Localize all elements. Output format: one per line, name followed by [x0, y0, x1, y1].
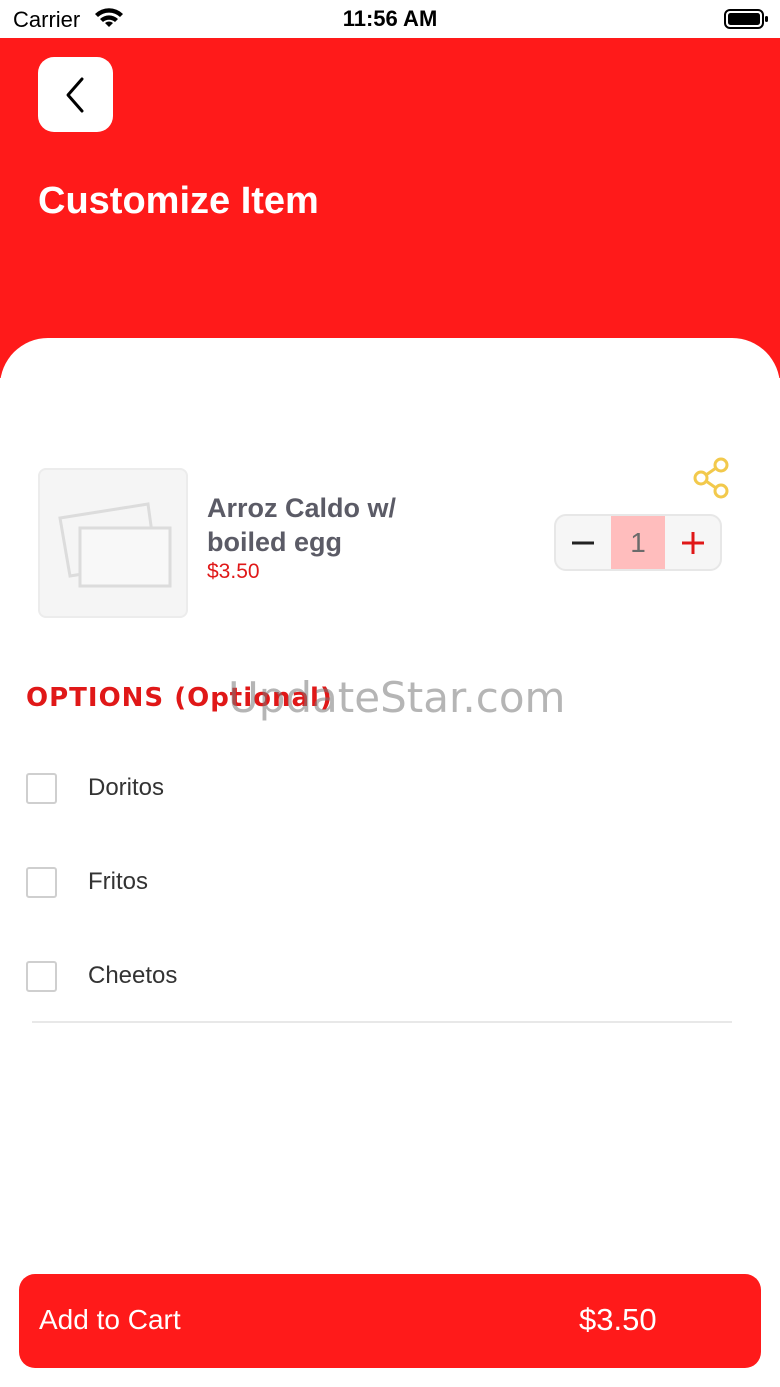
- option-label: Cheetos: [88, 962, 178, 989]
- battery-icon: [724, 9, 768, 29]
- option-doritos[interactable]: Doritos: [26, 768, 726, 808]
- watermark: UpdateStar.com: [228, 673, 566, 722]
- image-placeholder-icon: [58, 502, 172, 588]
- minus-icon: [572, 541, 595, 544]
- option-label: Fritos: [88, 868, 148, 895]
- divider: [32, 1021, 732, 1023]
- add-to-cart-button[interactable]: Add to Cart $3.50: [19, 1274, 761, 1368]
- decrement-button[interactable]: [556, 516, 611, 569]
- option-label: Doritos: [88, 774, 165, 801]
- share-icon[interactable]: [690, 456, 734, 500]
- page-title: Customize Item: [38, 180, 319, 222]
- header: Customize Item: [0, 38, 780, 378]
- status-time: 11:56 AM: [342, 6, 438, 31]
- checkbox[interactable]: [26, 772, 57, 804]
- option-fritos[interactable]: Fritos: [26, 862, 726, 902]
- cart-total-price: $3.50: [579, 1302, 657, 1337]
- chevron-left-icon: [66, 77, 83, 112]
- content-card: Arroz Caldo w/ boiled egg $3.50 1 OPTION…: [0, 338, 780, 1387]
- checkbox[interactable]: [26, 866, 57, 898]
- item-price: $3.50: [207, 560, 260, 583]
- increment-button[interactable]: [665, 516, 720, 569]
- option-cheetos[interactable]: Cheetos: [26, 956, 726, 996]
- add-to-cart-label: Add to Cart: [39, 1304, 181, 1335]
- back-button[interactable]: [38, 57, 113, 132]
- customize-item-screen: Carrier 11:56 AM Customize Item Arroz Ca…: [0, 0, 780, 1387]
- status-bar: Carrier 11:56 AM: [0, 0, 780, 38]
- checkbox[interactable]: [26, 960, 57, 992]
- quantity-stepper: 1: [554, 514, 722, 571]
- item-name: Arroz Caldo w/ boiled egg: [207, 493, 397, 557]
- plus-icon: [681, 531, 704, 554]
- quantity-value: 1: [610, 516, 666, 569]
- item-image: [38, 468, 188, 618]
